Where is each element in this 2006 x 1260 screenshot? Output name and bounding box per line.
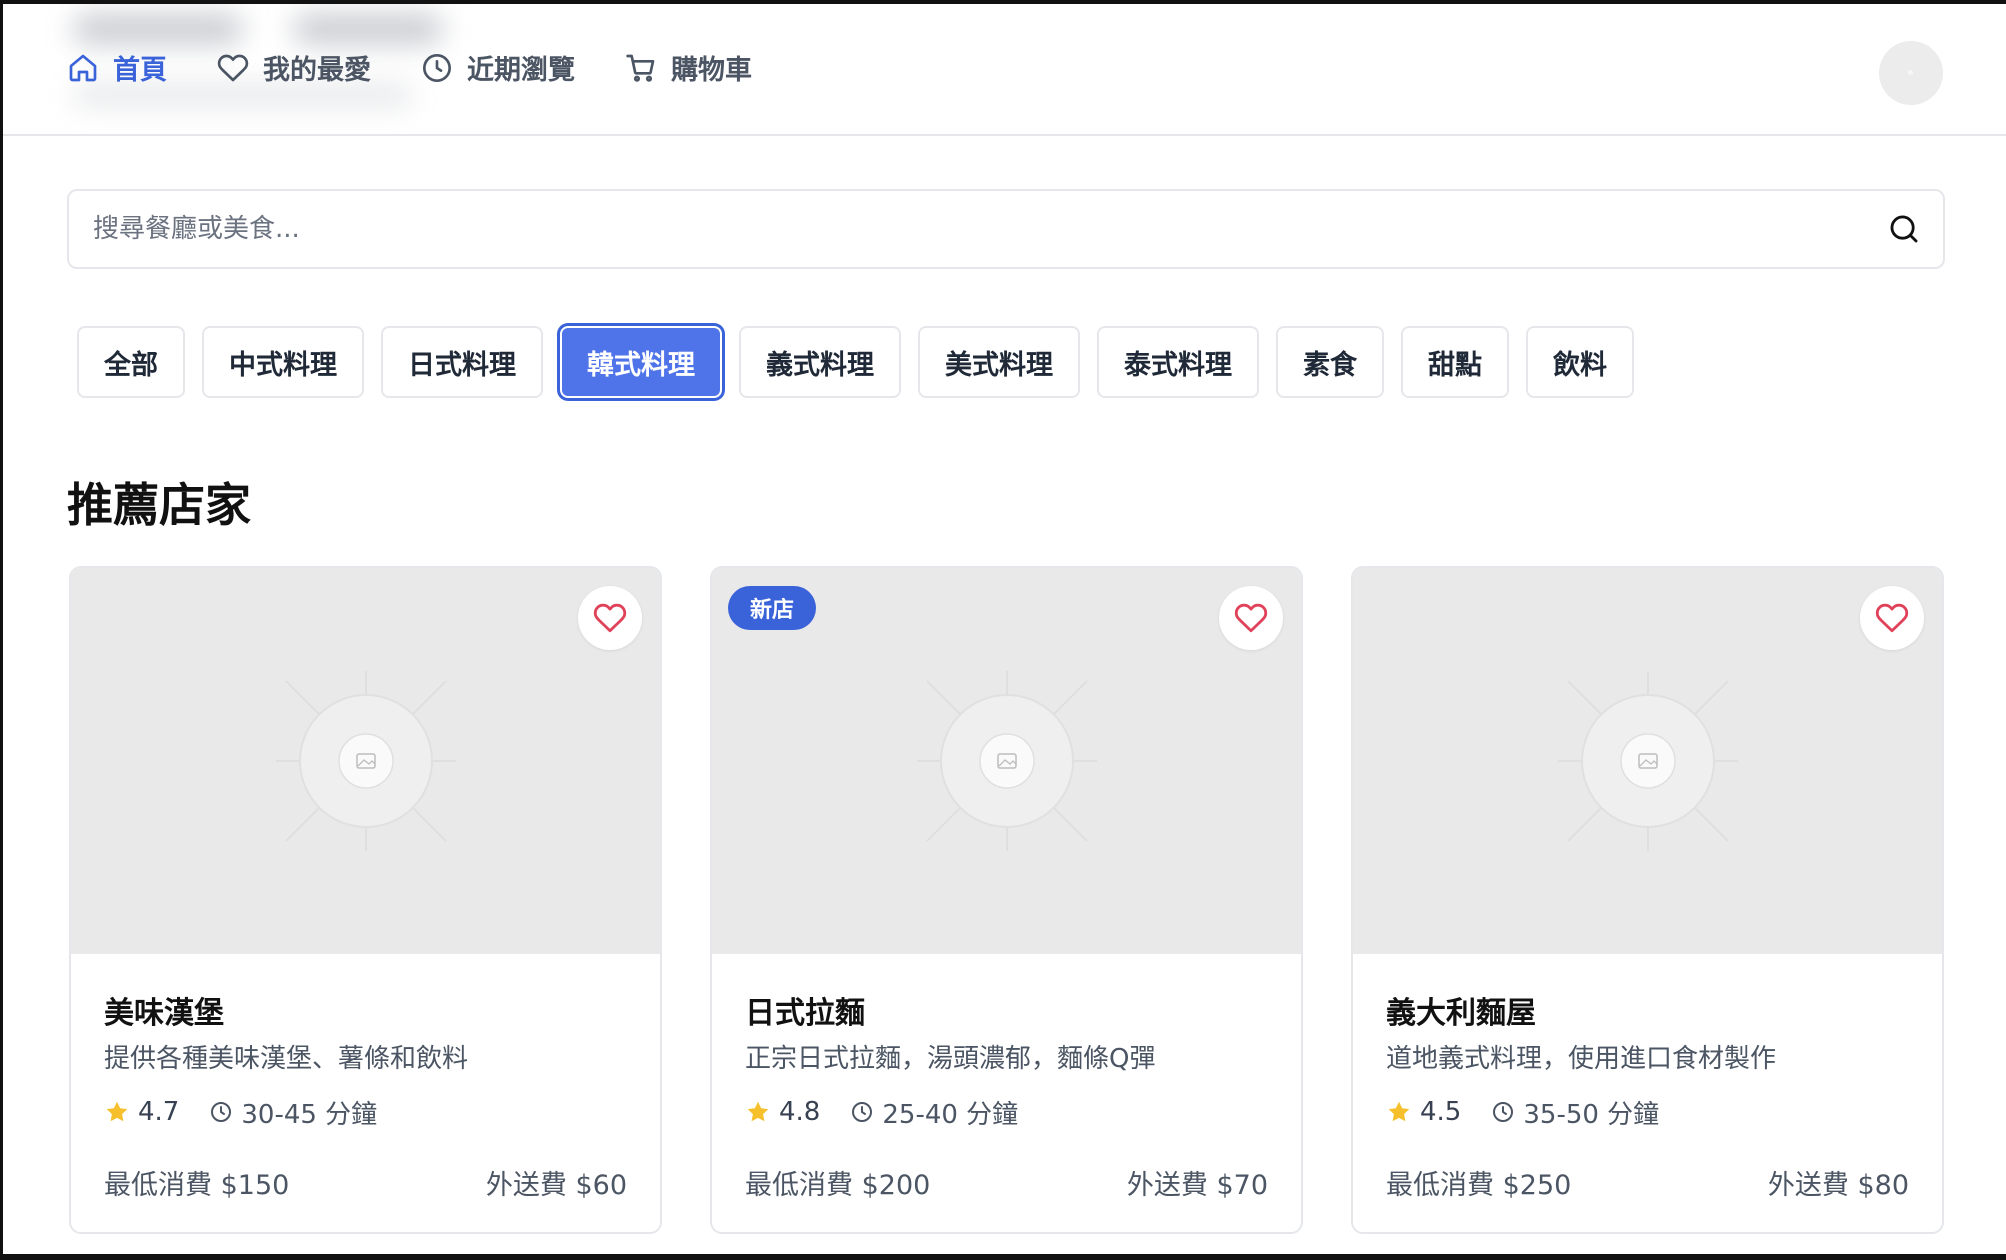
search-icon[interactable] xyxy=(1887,212,1921,246)
main-nav: 首頁 我的最愛 近期瀏覽 購物車 xyxy=(67,48,802,87)
favorite-button[interactable] xyxy=(1860,586,1924,650)
restaurant-pricing: 最低消費 $250 外送費 $80 xyxy=(1386,1163,1909,1202)
restaurant-card[interactable]: 新店 日式拉麵 正宗日式拉麵，湯頭濃郁，麵條Q彈 4.8 25-40 分鐘 最低… xyxy=(710,566,1303,1234)
search-input[interactable] xyxy=(69,191,1887,267)
cart-icon xyxy=(626,54,655,82)
category-drinks[interactable]: 飲料 xyxy=(1526,326,1634,398)
delivery-time-value: 30-45 分鐘 xyxy=(241,1099,378,1130)
nav-item-label: 近期瀏覽 xyxy=(467,55,575,86)
rating: 4.7 xyxy=(104,1097,179,1127)
delivery-time: 25-40 分鐘 xyxy=(850,1094,1018,1131)
nav-item-favorites[interactable]: 我的最愛 xyxy=(217,48,371,87)
delivery-fee: 外送費 $70 xyxy=(1126,1170,1268,1201)
star-icon xyxy=(1388,1101,1410,1122)
image-placeholder-icon xyxy=(1557,671,1738,851)
category-american[interactable]: 美式料理 xyxy=(918,326,1080,398)
restaurant-info: 義大利麵屋 道地義式料理，使用進口食材製作 4.5 35-50 分鐘 xyxy=(1353,954,1942,1132)
clock-icon xyxy=(852,1102,873,1122)
image-placeholder-icon xyxy=(275,671,456,851)
clock-icon xyxy=(1493,1102,1514,1122)
delivery-time: 35-50 分鐘 xyxy=(1491,1094,1659,1131)
category-vegetarian[interactable]: 素食 xyxy=(1276,326,1384,398)
restaurant-description: 道地義式料理，使用進口食材製作 xyxy=(1386,1044,1777,1074)
category-italian[interactable]: 義式料理 xyxy=(739,326,901,398)
restaurant-image xyxy=(71,568,660,954)
category-all[interactable]: 全部 xyxy=(77,326,185,398)
star-icon xyxy=(106,1101,128,1122)
restaurant-info: 美味漢堡 提供各種美味漢堡、薯條和飲料 4.7 30-45 分鐘 xyxy=(71,954,660,1132)
delivery-fee: 外送費 $60 xyxy=(485,1170,627,1201)
restaurant-pricing: 最低消費 $200 外送費 $70 xyxy=(745,1163,1268,1202)
category-japanese[interactable]: 日式料理 xyxy=(381,326,543,398)
category-chinese[interactable]: 中式料理 xyxy=(202,326,364,398)
minimum-order: 最低消費 $150 xyxy=(104,1170,290,1201)
restaurant-meta: 4.7 30-45 分鐘 xyxy=(104,1092,627,1132)
category-filter-bar: 全部 中式料理 日式料理 韓式料理 義式料理 美式料理 泰式料理 素食 甜點 飲… xyxy=(77,326,1634,398)
image-placeholder-icon xyxy=(916,671,1097,851)
delivery-time-value: 25-40 分鐘 xyxy=(882,1099,1019,1130)
category-korean[interactable]: 韓式料理 xyxy=(560,326,722,398)
nav-item-label: 我的最愛 xyxy=(263,55,371,86)
restaurant-card[interactable]: 義大利麵屋 道地義式料理，使用進口食材製作 4.5 35-50 分鐘 最低消費 … xyxy=(1351,566,1944,1234)
delivery-fee: 外送費 $80 xyxy=(1767,1170,1909,1201)
restaurant-image: 新店 xyxy=(712,568,1301,954)
delivery-time-value: 35-50 分鐘 xyxy=(1523,1099,1660,1130)
restaurant-name: 義大利麵屋 xyxy=(1386,996,1536,1031)
search-bar xyxy=(67,189,1945,269)
restaurant-meta: 4.8 25-40 分鐘 xyxy=(745,1092,1268,1132)
nav-item-label: 購物車 xyxy=(671,55,752,86)
minimum-order: 最低消費 $200 xyxy=(745,1170,931,1201)
restaurant-card-list: 美味漢堡 提供各種美味漢堡、薯條和飲料 4.7 30-45 分鐘 最低消費 $1… xyxy=(69,566,1944,1234)
section-title: 推薦店家 xyxy=(67,478,251,532)
restaurant-card[interactable]: 美味漢堡 提供各種美味漢堡、薯條和飲料 4.7 30-45 分鐘 最低消費 $1… xyxy=(69,566,662,1234)
rating-value: 4.7 xyxy=(138,1097,180,1127)
restaurant-description: 正宗日式拉麵，湯頭濃郁，麵條Q彈 xyxy=(745,1044,1156,1074)
heart-icon xyxy=(217,54,249,81)
restaurant-pricing: 最低消費 $150 外送費 $60 xyxy=(104,1163,627,1202)
favorite-button[interactable] xyxy=(578,586,642,650)
restaurant-name: 美味漢堡 xyxy=(104,996,224,1031)
heart-icon xyxy=(1875,603,1909,633)
nav-item-cart[interactable]: 購物車 xyxy=(625,48,752,87)
restaurant-description: 提供各種美味漢堡、薯條和飲料 xyxy=(104,1044,469,1074)
nav-item-home[interactable]: 首頁 xyxy=(67,48,167,87)
nav-item-recent[interactable]: 近期瀏覽 xyxy=(421,48,575,87)
star-icon xyxy=(747,1101,769,1122)
rating: 4.8 xyxy=(745,1097,820,1127)
rating-value: 4.8 xyxy=(779,1097,821,1127)
user-avatar[interactable] xyxy=(1879,41,1943,105)
top-navigation-bar: 首頁 我的最愛 近期瀏覽 購物車 xyxy=(3,4,2006,136)
heart-icon xyxy=(1234,603,1268,633)
new-store-badge: 新店 xyxy=(728,586,817,630)
category-thai[interactable]: 泰式料理 xyxy=(1097,326,1259,398)
home-icon xyxy=(69,54,97,81)
favorite-button[interactable] xyxy=(1219,586,1283,650)
restaurant-image xyxy=(1353,568,1942,954)
clock-icon xyxy=(211,1102,232,1122)
restaurant-name: 日式拉麵 xyxy=(745,996,865,1031)
clock-icon xyxy=(423,53,451,82)
heart-icon xyxy=(593,603,627,633)
minimum-order: 最低消費 $250 xyxy=(1386,1170,1572,1201)
delivery-time: 30-45 分鐘 xyxy=(209,1094,377,1131)
nav-item-label: 首頁 xyxy=(113,55,167,86)
rating: 4.5 xyxy=(1386,1097,1461,1127)
rating-value: 4.5 xyxy=(1420,1097,1462,1127)
category-dessert[interactable]: 甜點 xyxy=(1401,326,1509,398)
restaurant-meta: 4.5 35-50 分鐘 xyxy=(1386,1092,1909,1132)
app-window: 首頁 我的最愛 近期瀏覽 購物車 搜尋餐廳或美食... 全部 中式料理 日式料理… xyxy=(0,0,2006,1260)
restaurant-info: 日式拉麵 正宗日式拉麵，湯頭濃郁，麵條Q彈 4.8 25-40 分鐘 xyxy=(712,954,1301,1132)
